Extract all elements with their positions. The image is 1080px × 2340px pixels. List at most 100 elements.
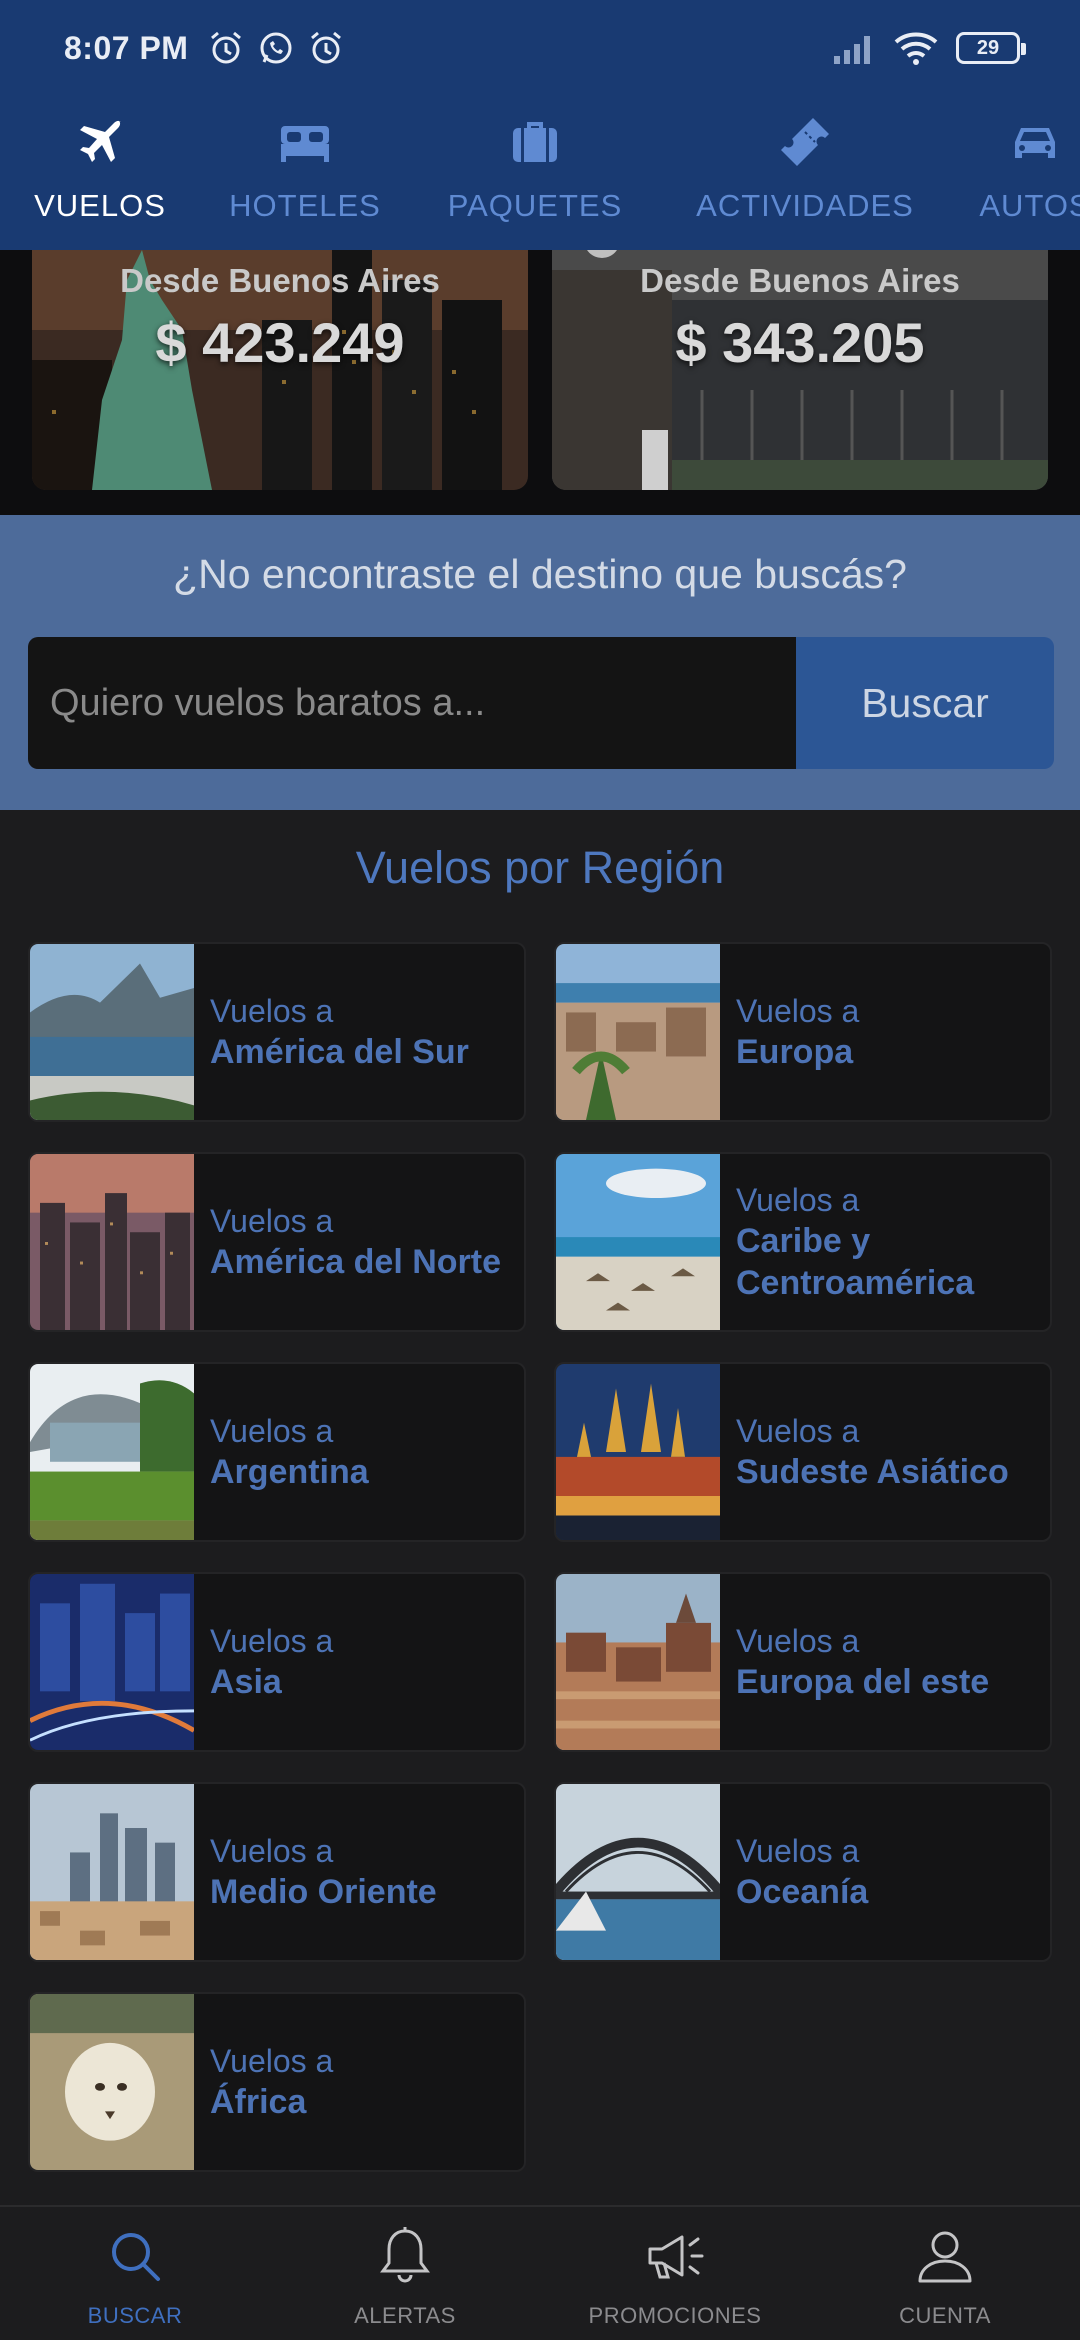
status-time: 8:07 PM	[64, 30, 189, 66]
featured-price: $ 343.205	[675, 311, 925, 374]
suitcase-icon	[513, 122, 557, 162]
featured-cards: Desde Buenos Aires $ 423.249 Desde Bueno…	[0, 250, 1080, 515]
region-text: Vuelos a Sudeste Asiático	[736, 1364, 1042, 1540]
region-text: Vuelos a Asia	[210, 1574, 516, 1750]
search-question: ¿No encontraste el destino que buscás?	[173, 551, 907, 597]
destination-search-input[interactable]	[28, 637, 796, 769]
search-button[interactable]: Buscar	[796, 637, 1054, 769]
featured-card-europe[interactable]: Desde Buenos Aires $ 343.205	[552, 250, 1048, 490]
search-icon	[112, 2233, 160, 2281]
region-text: Vuelos a Europa	[736, 944, 1042, 1120]
signal-icon	[834, 36, 870, 64]
region-card-europa-del-este[interactable]: Vuelos a Europa del este	[554, 1572, 1052, 1752]
region-text: Vuelos a Argentina	[210, 1364, 516, 1540]
bell-icon	[380, 2227, 430, 2283]
region-image	[30, 1154, 194, 1330]
region-prefix: Vuelos a	[736, 993, 860, 1029]
region-name: América del Norte	[210, 1243, 501, 1281]
region-text: Vuelos a África	[210, 1994, 516, 2170]
nav-promociones[interactable]: PROMOCIONES	[540, 2207, 810, 2340]
region-prefix: Vuelos a	[210, 1833, 334, 1869]
alarm-icon	[211, 31, 241, 64]
battery-level: 29	[976, 36, 1000, 59]
bottom-nav: BUSCAR ALERTAS PROMOCIONES CUENTA	[0, 2205, 1080, 2340]
alarm-icon	[311, 31, 341, 64]
status-right: 29	[832, 30, 1026, 66]
region-prefix: Vuelos a	[210, 1203, 334, 1239]
region-card-argentina[interactable]: Vuelos a Argentina	[28, 1362, 526, 1542]
region-image	[556, 1574, 720, 1750]
region-card-caribe[interactable]: Vuelos a Caribe y Centroamérica	[554, 1152, 1052, 1332]
tab-label: PAQUETES	[447, 188, 623, 223]
region-name: Asia	[210, 1663, 282, 1701]
tab-hoteles[interactable]: HOTELES	[220, 100, 390, 250]
region-text: Vuelos a Caribe y Centroamérica	[736, 1154, 1042, 1330]
nav-alertas[interactable]: ALERTAS	[270, 2207, 540, 2340]
nav-buscar[interactable]: BUSCAR	[0, 2207, 270, 2340]
featured-price: $ 423.249	[155, 311, 405, 374]
wifi-icon	[894, 32, 938, 65]
region-prefix: Vuelos a	[210, 1413, 334, 1449]
region-image	[556, 1154, 720, 1330]
nav-cuenta[interactable]: CUENTA	[810, 2207, 1080, 2340]
ticket-icon	[781, 118, 829, 166]
battery-icon: 29	[956, 32, 1026, 64]
region-image	[30, 1574, 194, 1750]
tab-actividades[interactable]: ACTIVIDADES	[690, 100, 920, 250]
region-prefix: Vuelos a	[736, 1623, 860, 1659]
region-prefix: Vuelos a	[210, 2043, 334, 2079]
tab-label: AUTOS	[979, 188, 1080, 223]
region-card-oceania[interactable]: Vuelos a Oceanía	[554, 1782, 1052, 1962]
destination-search-section: ¿No encontraste el destino que buscás? B…	[0, 515, 1080, 810]
region-card-africa[interactable]: Vuelos a África	[28, 1992, 526, 2172]
category-tabs: VUELOS HOTELES PAQUETES ACTIVIDADES AUTO…	[0, 100, 1080, 250]
region-prefix: Vuelos a	[210, 993, 334, 1029]
region-text: Vuelos a América del Sur	[210, 944, 516, 1120]
region-text: Vuelos a Oceanía	[736, 1784, 1042, 1960]
featured-card-new-york[interactable]: Desde Buenos Aires $ 423.249	[32, 250, 528, 490]
region-card-medio-oriente[interactable]: Vuelos a Medio Oriente	[28, 1782, 526, 1962]
region-text: Vuelos a Europa del este	[736, 1574, 1042, 1750]
tab-paquetes[interactable]: PAQUETES	[440, 100, 630, 250]
region-card-america-del-sur[interactable]: Vuelos a América del Sur	[28, 942, 526, 1122]
region-card-asia[interactable]: Vuelos a Asia	[28, 1572, 526, 1752]
region-text: Vuelos a Medio Oriente	[210, 1784, 516, 1960]
region-name: Caribe y Centroamérica	[736, 1222, 975, 1302]
tab-label: HOTELES	[229, 188, 381, 223]
region-name: Sudeste Asiático	[736, 1453, 1009, 1491]
region-card-america-del-norte[interactable]: Vuelos a América del Norte	[28, 1152, 526, 1332]
featured-from: Desde Buenos Aires	[640, 262, 960, 299]
megaphone-icon	[648, 2235, 704, 2279]
tab-label: ACTIVIDADES	[696, 188, 914, 223]
region-prefix: Vuelos a	[736, 1182, 860, 1218]
nav-label: ALERTAS	[354, 2303, 456, 2328]
airplane-icon	[80, 120, 121, 162]
car-icon	[1015, 128, 1055, 158]
bed-icon	[281, 126, 329, 162]
whatsapp-icon	[260, 32, 292, 64]
region-image	[30, 1994, 194, 2170]
app-root: 8:07 PM 29 VUELOS HOTELES PAQUETES ACTIV…	[0, 0, 1080, 2340]
region-text: Vuelos a América del Norte	[210, 1154, 516, 1330]
region-image	[30, 1364, 194, 1540]
status-left-icons	[206, 28, 346, 68]
region-prefix: Vuelos a	[736, 1413, 860, 1449]
region-image	[556, 944, 720, 1120]
region-name: Europa	[736, 1033, 854, 1071]
nav-label: BUSCAR	[87, 2303, 183, 2328]
nav-label: CUENTA	[899, 2303, 991, 2328]
region-image	[556, 1364, 720, 1540]
region-card-sudeste-asiatico[interactable]: Vuelos a Sudeste Asiático	[554, 1362, 1052, 1542]
regions-title: Vuelos por Región	[355, 842, 725, 893]
tab-autos[interactable]: AUTOS	[960, 100, 1080, 250]
nav-label: PROMOCIONES	[588, 2303, 762, 2328]
region-name: Medio Oriente	[210, 1873, 437, 1911]
region-name: Argentina	[210, 1453, 369, 1491]
region-card-europa[interactable]: Vuelos a Europa	[554, 942, 1052, 1122]
status-bar: 8:07 PM 29	[0, 0, 1080, 100]
region-image	[30, 944, 194, 1120]
region-prefix: Vuelos a	[210, 1623, 334, 1659]
top-header: 8:07 PM 29 VUELOS HOTELES PAQUETES ACTIV…	[0, 0, 1080, 250]
tab-vuelos[interactable]: VUELOS	[20, 100, 180, 250]
featured-from: Desde Buenos Aires	[120, 262, 440, 299]
